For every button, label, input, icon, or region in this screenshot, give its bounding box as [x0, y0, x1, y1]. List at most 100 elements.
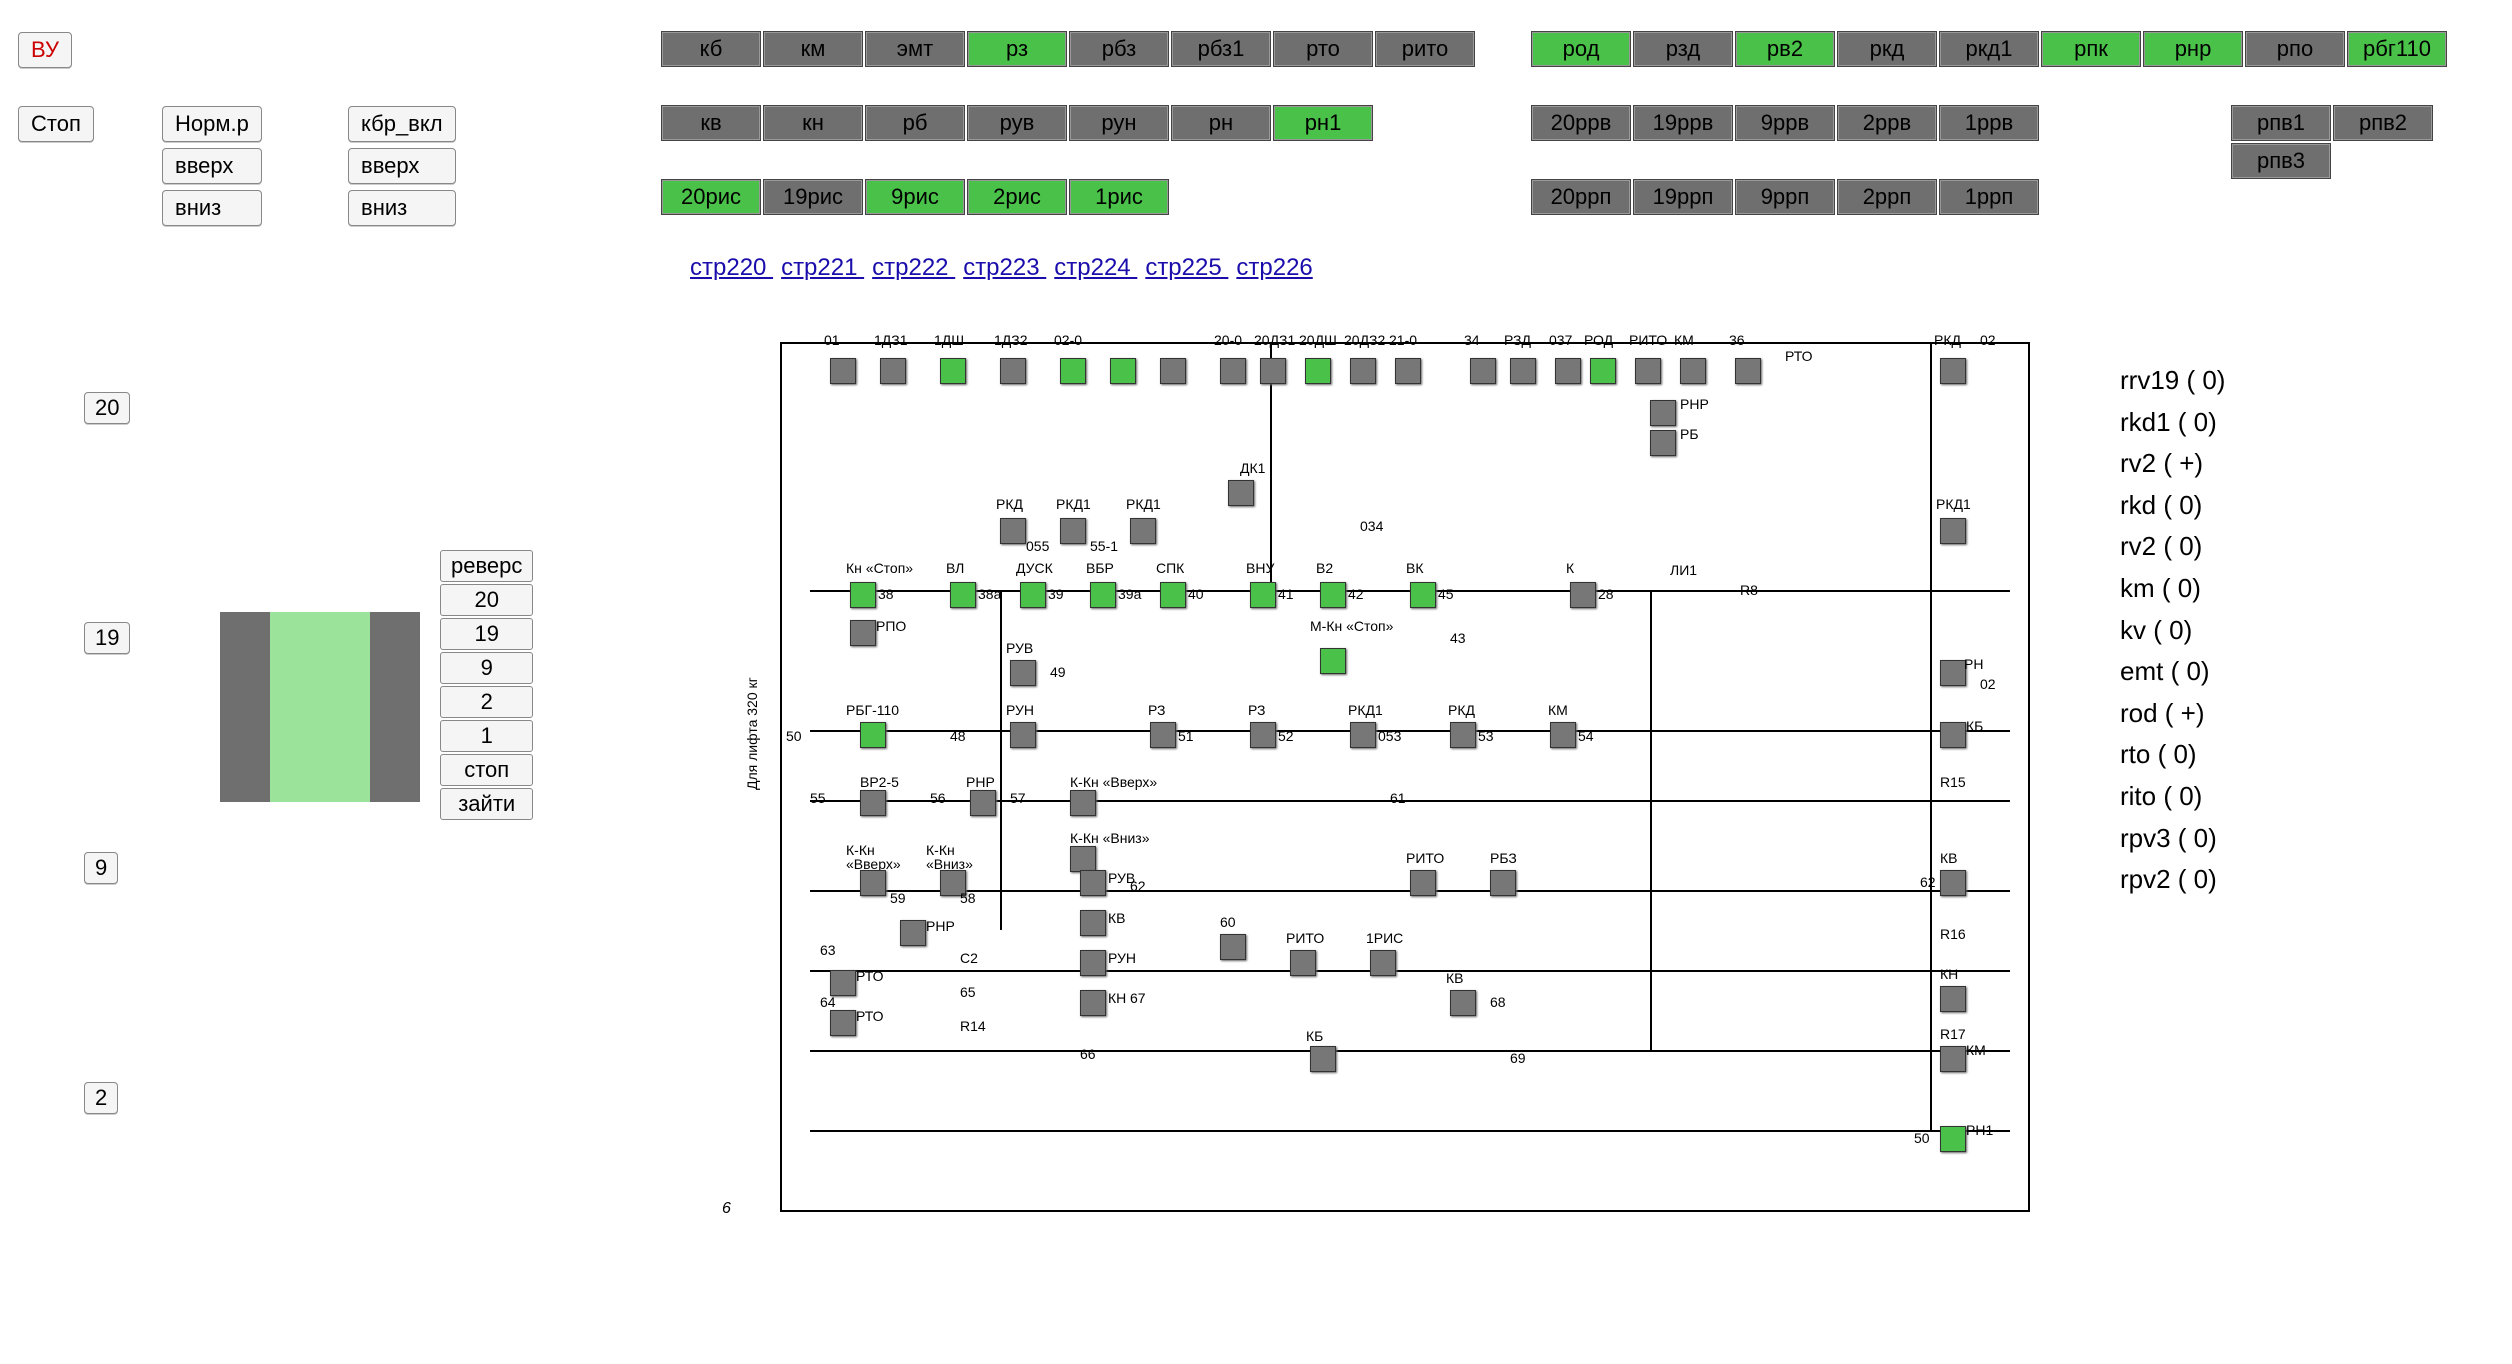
diagram-node-knR: [1940, 986, 1966, 1012]
diagram-node-rbg110: [860, 722, 886, 748]
relay-рз[interactable]: рз: [967, 31, 1067, 67]
diagram-label: 38: [878, 586, 894, 602]
floor-btn-19[interactable]: 19: [440, 618, 533, 650]
relay-рито[interactable]: рито: [1375, 31, 1475, 67]
relay-рпв3[interactable]: рпв3: [2231, 143, 2331, 179]
diagram-label: 49: [1050, 664, 1066, 680]
diagram-label: 50: [786, 728, 802, 744]
page-link-стр220[interactable]: стр220: [690, 254, 773, 281]
relay-рбз[interactable]: рбз: [1069, 31, 1169, 67]
floor-btn-20[interactable]: 20: [440, 584, 533, 616]
diagram-label: РКД: [1448, 702, 1475, 718]
floor-indicator-2[interactable]: 2: [84, 1082, 118, 1114]
relay-9ррп[interactable]: 9ррп: [1735, 179, 1835, 215]
relay-эмт[interactable]: эмт: [865, 31, 965, 67]
page-link-стр221[interactable]: стр221: [781, 254, 864, 281]
down2-button[interactable]: вниз: [348, 190, 456, 226]
diagram-label: К: [1566, 560, 1574, 576]
relay-рнр[interactable]: рнр: [2143, 31, 2243, 67]
diagram-node-top: [1160, 358, 1186, 384]
norm-r-button[interactable]: Норм.р: [162, 106, 262, 142]
relay-рв2[interactable]: рв2: [1735, 31, 1835, 67]
relay-9ррв[interactable]: 9ррв: [1735, 105, 1835, 141]
relay-рн1[interactable]: рн1: [1273, 105, 1373, 141]
relay-2рис[interactable]: 2рис: [967, 179, 1067, 215]
floor-btn-9[interactable]: 9: [440, 652, 533, 684]
diagram-node-РУВ: [1080, 870, 1106, 896]
page-link-стр224[interactable]: стр224: [1054, 254, 1137, 281]
relay-ркд1[interactable]: ркд1: [1939, 31, 2039, 67]
vu-button[interactable]: ВУ: [18, 32, 72, 68]
relay-рб[interactable]: рб: [865, 105, 965, 141]
relay-рто[interactable]: рто: [1273, 31, 1373, 67]
floor-button-panel: реверс2019921стопзайти: [440, 550, 533, 822]
diagram-node-vr25: [860, 790, 886, 816]
relay-19ррв[interactable]: 19ррв: [1633, 105, 1733, 141]
relay-км[interactable]: км: [763, 31, 863, 67]
diagram-label: 1РИС: [1366, 930, 1403, 946]
floor-indicator-20[interactable]: 20: [84, 392, 130, 424]
page-link-стр225[interactable]: стр225: [1145, 254, 1228, 281]
up1-button[interactable]: вверх: [162, 148, 262, 184]
diagram-node-kb: [1940, 722, 1966, 748]
relay-рзд[interactable]: рзд: [1633, 31, 1733, 67]
relay-bank-row3b: 20ррп19ррп9ррп2ррп1ррп: [1530, 178, 2040, 216]
down1-button[interactable]: вниз: [162, 190, 262, 226]
relay-20ррв[interactable]: 20ррв: [1531, 105, 1631, 141]
relay-рув[interactable]: рув: [967, 105, 1067, 141]
relay-19ррп[interactable]: 19ррп: [1633, 179, 1733, 215]
relay-рн[interactable]: рн: [1171, 105, 1271, 141]
floor-indicator-9[interactable]: 9: [84, 852, 118, 884]
page-link-стр222[interactable]: стр222: [872, 254, 955, 281]
relay-1ррп[interactable]: 1ррп: [1939, 179, 2039, 215]
relay-1ррв[interactable]: 1ррв: [1939, 105, 2039, 141]
relay-кв[interactable]: кв: [661, 105, 761, 141]
diagram-label: РТО: [856, 968, 884, 984]
relay-кб[interactable]: кб: [661, 31, 761, 67]
diagram-node-36: [1735, 358, 1761, 384]
diagram-node-km2: [1940, 1046, 1966, 1072]
relay-20рис[interactable]: 20рис: [661, 179, 761, 215]
diagram-label: 02: [1980, 676, 1996, 692]
relay-рпо[interactable]: рпо: [2245, 31, 2345, 67]
relay-рпв2[interactable]: рпв2: [2333, 105, 2433, 141]
relay-рбг110[interactable]: рбг110: [2347, 31, 2447, 67]
floor-btn-зайти[interactable]: зайти: [440, 788, 533, 820]
diagram-label: 1ДЗ2: [994, 332, 1028, 348]
up2-button[interactable]: вверх: [348, 148, 456, 184]
relay-рпв1[interactable]: рпв1: [2231, 105, 2331, 141]
diagram-label: КБ: [1306, 1028, 1323, 1044]
relay-19рис[interactable]: 19рис: [763, 179, 863, 215]
diagram-node-ДУСК: [1020, 582, 1046, 608]
diagram-node-rpo: [850, 620, 876, 646]
diagram-label: 34: [1464, 332, 1480, 348]
relay-9рис[interactable]: 9рис: [865, 179, 965, 215]
diagram-label: Кн «Стоп»: [846, 560, 913, 576]
diagram-label: В2: [1316, 560, 1333, 576]
relay-ркд[interactable]: ркд: [1837, 31, 1937, 67]
relay-рун[interactable]: рун: [1069, 105, 1169, 141]
diagram-label: РКД1: [1936, 496, 1971, 512]
diagram-label: К-Кн «Вниз»: [1070, 830, 1149, 846]
floor-btn-стоп[interactable]: стоп: [440, 754, 533, 786]
relay-1рис[interactable]: 1рис: [1069, 179, 1169, 215]
page-link-стр226[interactable]: стр226: [1236, 254, 1312, 281]
diagram-label: РИТО: [1406, 850, 1444, 866]
relay-20ррп[interactable]: 20ррп: [1531, 179, 1631, 215]
floor-btn-реверс[interactable]: реверс: [440, 550, 533, 582]
diagram-label: КВ: [1446, 970, 1464, 986]
relay-род[interactable]: род: [1531, 31, 1631, 67]
relay-рпк[interactable]: рпк: [2041, 31, 2141, 67]
diagram-node-rbz: [1490, 870, 1516, 896]
stop-button[interactable]: Стоп: [18, 106, 94, 142]
floor-btn-1[interactable]: 1: [440, 720, 533, 752]
page-link-стр223[interactable]: стр223: [963, 254, 1046, 281]
relay-2ррв[interactable]: 2ррв: [1837, 105, 1937, 141]
kbr-on-button[interactable]: кбр_вкл: [348, 106, 456, 142]
relay-2ррп[interactable]: 2ррп: [1837, 179, 1937, 215]
relay-кн[interactable]: кн: [763, 105, 863, 141]
diagram-label: КВ: [1108, 910, 1126, 926]
relay-рбз1[interactable]: рбз1: [1171, 31, 1271, 67]
floor-indicator-19[interactable]: 19: [84, 622, 130, 654]
floor-btn-2[interactable]: 2: [440, 686, 533, 718]
